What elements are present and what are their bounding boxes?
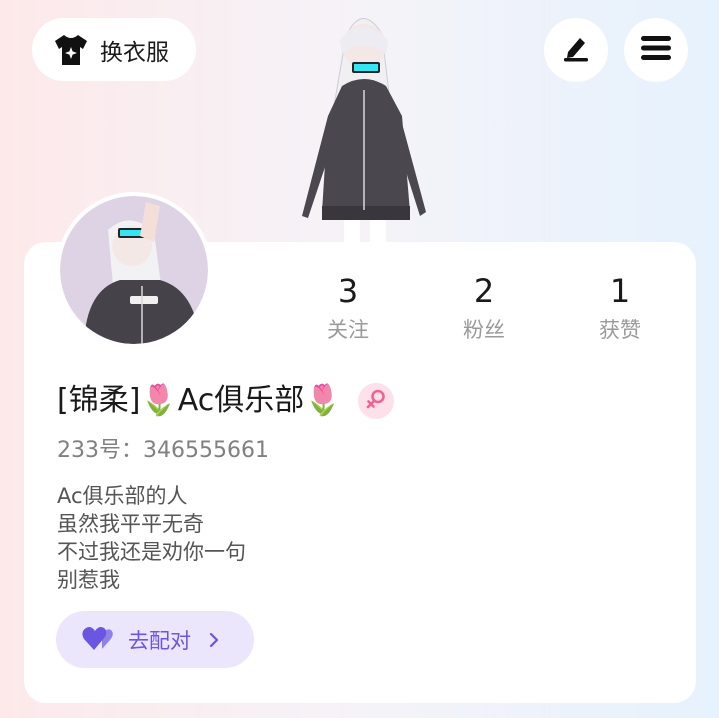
female-symbol-icon <box>365 388 387 414</box>
stat-likes-count: 1 <box>609 272 631 310</box>
profile-name-row: [锦柔]🌷Ac俱乐部🌷 <box>57 380 394 422</box>
heart-pair-icon <box>82 624 116 656</box>
pen-icon <box>560 32 592 68</box>
chevron-right-icon <box>209 632 219 648</box>
bio-line: Ac俱乐部的人 <box>57 484 188 508</box>
bio-line: 别惹我 <box>57 568 120 592</box>
stat-likes-label: 获赞 <box>599 318 641 342</box>
stat-followers[interactable]: 2 粉丝 <box>419 272 549 344</box>
change-outfit-label: 换衣服 <box>100 39 169 66</box>
avatar[interactable] <box>56 192 212 348</box>
menu-button[interactable] <box>624 18 688 82</box>
tshirt-icon <box>52 31 90 69</box>
hamburger-menu-icon <box>641 35 671 65</box>
user-id: 233号：346555661 <box>57 438 269 463</box>
match-button-label: 去配对 <box>128 628 191 653</box>
stat-following-count: 3 <box>337 272 359 310</box>
avatar-3d-figure <box>282 6 442 246</box>
stat-following[interactable]: 3 关注 <box>283 272 413 344</box>
stat-following-label: 关注 <box>327 318 369 342</box>
stat-likes[interactable]: 1 获赞 <box>555 272 685 344</box>
bio: Ac俱乐部的人 虽然我平平无奇 不过我还是劝你一句 别惹我 <box>57 482 246 594</box>
change-outfit-button[interactable]: 换衣服 <box>32 18 196 81</box>
stat-followers-label: 粉丝 <box>463 318 505 342</box>
stats-bar: 3 关注 2 粉丝 1 获赞 <box>280 272 690 352</box>
gender-badge <box>357 383 394 419</box>
profile-name: [锦柔]🌷Ac俱乐部🌷 <box>57 383 342 418</box>
avatar-image <box>60 196 208 344</box>
bio-line: 虽然我平平无奇 <box>57 512 204 536</box>
match-button[interactable]: 去配对 <box>56 611 254 668</box>
edit-profile-button[interactable] <box>544 18 608 82</box>
stat-followers-count: 2 <box>473 272 495 310</box>
bio-line: 不过我还是劝你一句 <box>57 540 246 564</box>
